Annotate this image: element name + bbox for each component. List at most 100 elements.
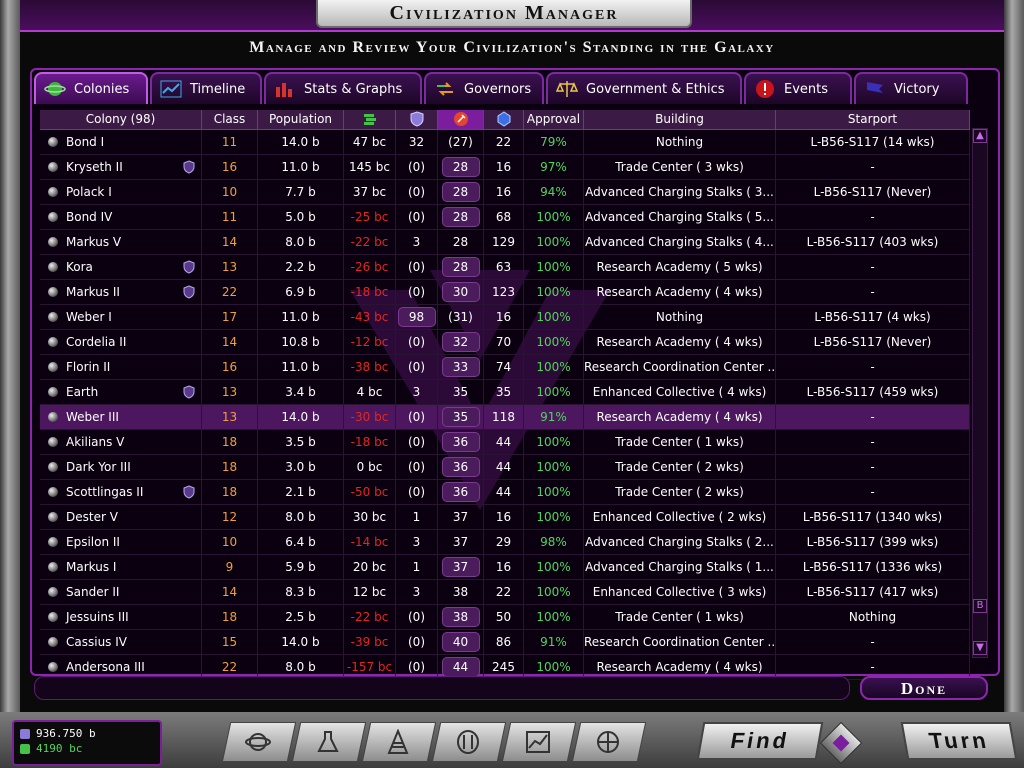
value-pill: 98 bbox=[397, 307, 436, 327]
tab-timeline[interactable]: Timeline bbox=[150, 72, 262, 104]
table-row[interactable]: Kora 13 2.2 b -26 bc (0) 28 63 100% Research Aca… bbox=[40, 255, 970, 280]
table-row[interactable]: Weber I 17 11.0 b -43 bc 98 (31) 16 100% Nothing… bbox=[40, 305, 970, 330]
col-defense[interactable] bbox=[396, 110, 438, 129]
cell-ind: 28 bbox=[438, 180, 484, 204]
planet-thumbnail-icon bbox=[48, 137, 58, 147]
table-row[interactable]: Bond IV 11 5.0 b -25 bc (0) 28 68 100% Advanced … bbox=[40, 205, 970, 230]
cell-cash: 47 bc bbox=[344, 130, 396, 154]
cell-res: 22 bbox=[484, 580, 524, 604]
cell-name: Dark Yor III bbox=[40, 455, 202, 479]
colony-name: Dester V bbox=[66, 510, 118, 524]
table-row[interactable]: Markus I 9 5.9 b 20 bc 1 37 16 100% Advanced Cha… bbox=[40, 555, 970, 580]
table-row[interactable]: Weber III 13 14.0 b -30 bc (0) 35 118 91% Resear… bbox=[40, 405, 970, 430]
col-class[interactable]: Class bbox=[202, 110, 258, 129]
tab-government-ethics[interactable]: Government & Ethics bbox=[546, 72, 742, 104]
research-button[interactable] bbox=[291, 722, 367, 762]
cell-approval: 100% bbox=[524, 505, 584, 529]
table-row[interactable]: Florin II 16 11.0 b -38 bc (0) 33 74 100% Resear… bbox=[40, 355, 970, 380]
planet-thumbnail-icon bbox=[48, 537, 58, 547]
table-row[interactable]: Dester V 12 8.0 b 30 bc 1 37 16 100% Enhanced Co… bbox=[40, 505, 970, 530]
done-button[interactable]: Done bbox=[860, 676, 988, 700]
col-industry[interactable] bbox=[438, 110, 484, 129]
planet-thumbnail-icon bbox=[48, 337, 58, 347]
table-scrollbar[interactable]: ▲ B ▼ bbox=[972, 128, 988, 658]
planet-thumbnail-icon bbox=[48, 212, 58, 222]
table-row[interactable]: Cassius IV 15 14.0 b -39 bc (0) 40 86 91% Resear… bbox=[40, 630, 970, 655]
cell-class: 18 bbox=[202, 480, 258, 504]
cell-cash: 4 bc bbox=[344, 380, 396, 404]
cell-def: (0) bbox=[396, 255, 438, 279]
col-population[interactable]: Population bbox=[258, 110, 344, 129]
table-row[interactable]: Markus II 22 6.9 b -18 bc (0) 30 123 100% Resear… bbox=[40, 280, 970, 305]
cell-class: 10 bbox=[202, 530, 258, 554]
alert-icon bbox=[754, 79, 776, 99]
cell-pop: 6.9 b bbox=[258, 280, 344, 304]
cell-class: 11 bbox=[202, 205, 258, 229]
cell-res: 16 bbox=[484, 505, 524, 529]
col-building[interactable]: Building bbox=[584, 110, 776, 129]
cell-starport: - bbox=[776, 280, 970, 304]
table-row[interactable]: Earth 13 3.4 b4 bc 3 35 35 100% Enhanced Collec… bbox=[40, 380, 970, 405]
cell-ind: 30 bbox=[438, 280, 484, 304]
planets-button[interactable] bbox=[221, 722, 297, 762]
table-row[interactable]: Polack I 10 7.7 b 37 bc (0) 28 16 94% Advanced C… bbox=[40, 180, 970, 205]
cell-cash: -38 bc bbox=[344, 355, 396, 379]
table-row[interactable]: Akilians V 18 3.5 b -18 bc (0) 36 44 100% Trade … bbox=[40, 430, 970, 455]
total-population: 936.750 b bbox=[36, 727, 96, 740]
cell-approval: 100% bbox=[524, 255, 584, 279]
cell-res: 118 bbox=[484, 405, 524, 429]
cell-pop: 3.5 b bbox=[258, 430, 344, 454]
cash-icon bbox=[20, 744, 30, 754]
chart-icon bbox=[526, 731, 550, 753]
cell-res: 29 bbox=[484, 530, 524, 554]
table-row[interactable]: Jessuins III 18 2.5 b -22 bc (0) 38 50 100% Trad… bbox=[40, 605, 970, 630]
col-cash[interactable] bbox=[344, 110, 396, 129]
col-approval[interactable]: Approval bbox=[524, 110, 584, 129]
table-row[interactable]: Cordelia II 14 10.8 b -12 bc (0) 32 70 100% Rese… bbox=[40, 330, 970, 355]
table-row[interactable]: Markus V 14 8.0 b -22 bc 3 28 129 100% Advanced … bbox=[40, 230, 970, 255]
table-row[interactable]: Epsilon II 10 6.4 b -14 bc 3 37 29 98% Advanced … bbox=[40, 530, 970, 555]
planet-thumbnail-icon bbox=[48, 512, 58, 522]
cell-starport: L-B56-S117 (1340 wks) bbox=[776, 505, 970, 529]
cell-approval: 100% bbox=[524, 430, 584, 454]
scroll-up-button[interactable]: ▲ bbox=[973, 129, 987, 143]
col-colony[interactable]: Colony (98) bbox=[40, 110, 202, 129]
tab-colonies[interactable]: Colonies bbox=[34, 72, 148, 104]
graphs-button[interactable] bbox=[501, 722, 577, 762]
cell-approval: 100% bbox=[524, 205, 584, 229]
table-row[interactable]: Sander II 14 8.3 b 12 bc 3 38 22 100% Enhanced C… bbox=[40, 580, 970, 605]
tab-victory[interactable]: Victory bbox=[854, 72, 968, 104]
cell-building: Advanced Charging Stalks ( 2... bbox=[584, 530, 776, 554]
table-row[interactable]: Dark Yor III 18 3.0 b0 bc (0) 36 44 100% Trade … bbox=[40, 455, 970, 480]
cell-approval: 100% bbox=[524, 280, 584, 304]
colony-name: Florin II bbox=[66, 360, 111, 374]
turn-button[interactable]: Turn bbox=[900, 722, 1018, 760]
cell-building: Trade Center ( 2 wks) bbox=[584, 455, 776, 479]
table-row[interactable]: Scottlingas II 18 2.1 b -50 bc (0) 36 44 100% Tr… bbox=[40, 480, 970, 505]
tech-button[interactable] bbox=[571, 722, 647, 762]
tab-governors[interactable]: Governors bbox=[424, 72, 544, 104]
cell-cash: -22 bc bbox=[344, 230, 396, 254]
races-button[interactable] bbox=[431, 722, 507, 762]
table-row[interactable]: Bond I 11 14.0 b 47 bc 32 (27) 22 79% Nothing L-B… bbox=[40, 130, 970, 155]
col-starport[interactable]: Starport bbox=[776, 110, 970, 129]
planets-icon bbox=[245, 733, 271, 751]
cell-class: 15 bbox=[202, 630, 258, 654]
cell-def: (0) bbox=[396, 605, 438, 629]
cell-res: 63 bbox=[484, 255, 524, 279]
window-subtitle: Manage and Review Your Civilization's St… bbox=[249, 39, 775, 56]
cell-def: 3 bbox=[396, 530, 438, 554]
colony-name: Bond I bbox=[66, 135, 105, 149]
cell-name: Jessuins III bbox=[40, 605, 202, 629]
tab-stats-graphs[interactable]: Stats & Graphs bbox=[264, 72, 422, 104]
find-button[interactable]: Find bbox=[696, 722, 824, 760]
col-research[interactable] bbox=[484, 110, 524, 129]
table-row[interactable]: Kryseth II 16 11.0 b 145 bc (0) 28 16 97% Trade … bbox=[40, 155, 970, 180]
ships-button[interactable] bbox=[361, 722, 437, 762]
cell-def: (0) bbox=[396, 330, 438, 354]
scroll-thumb[interactable]: B bbox=[973, 599, 987, 613]
tab-events[interactable]: Events bbox=[744, 72, 852, 104]
research-flask-icon bbox=[317, 731, 339, 752]
scroll-down-button[interactable]: ▼ bbox=[973, 641, 987, 655]
cell-name: Dester V bbox=[40, 505, 202, 529]
